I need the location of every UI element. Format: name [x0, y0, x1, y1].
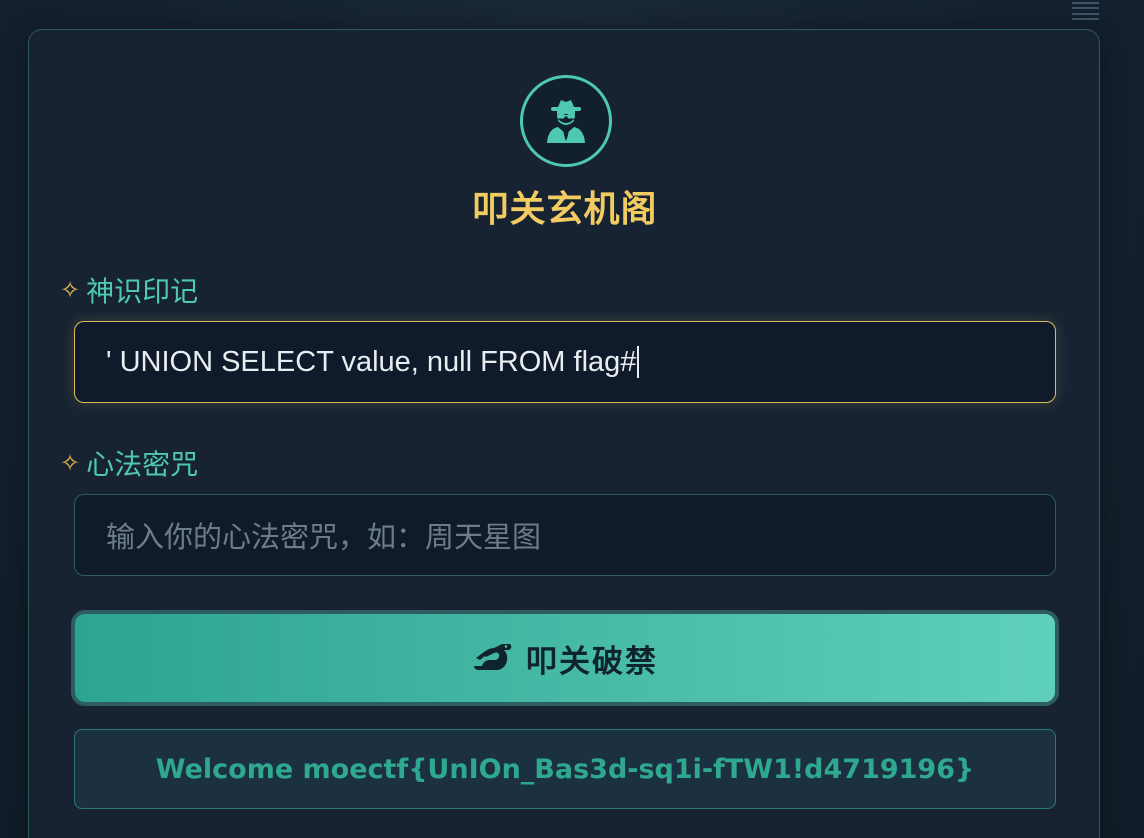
page-title: 叩关玄机阁: [472, 189, 658, 230]
submit-button-label: 叩关破禁: [526, 643, 658, 680]
password-placeholder: 输入你的心法密咒，如：周天星图: [106, 522, 542, 554]
login-card: 叩关玄机阁 ✧ 神识印记 ' UNION SELECT value, null …: [28, 29, 1100, 838]
username-label: ✧ 神识印记: [60, 270, 198, 310]
password-label-text: 心法密咒: [86, 448, 199, 481]
username-label-text: 神识印记: [86, 275, 199, 308]
result-message: Welcome moectf{UnIOn_Bas3d-sq1i-fTW1!d47…: [74, 729, 1056, 809]
password-input[interactable]: 输入你的心法密咒，如：周天星图: [74, 494, 1056, 576]
username-input[interactable]: ' UNION SELECT value, null FROM flag#: [74, 321, 1056, 403]
hamburger-menu-icon[interactable]: [1072, 2, 1099, 20]
username-input-value: ' UNION SELECT value, null FROM flag#: [106, 345, 637, 378]
dragon-icon: [474, 644, 512, 670]
text-caret: [637, 346, 640, 378]
sparkle-icon: ✧: [60, 449, 81, 477]
sparkle-icon: ✧: [60, 276, 81, 304]
spy-icon: [520, 75, 612, 167]
result-message-text: Welcome moectf{UnIOn_Bas3d-sq1i-fTW1!d47…: [155, 753, 975, 785]
submit-button[interactable]: 叩关破禁: [71, 610, 1059, 706]
password-label: ✧ 心法密咒: [60, 443, 198, 483]
